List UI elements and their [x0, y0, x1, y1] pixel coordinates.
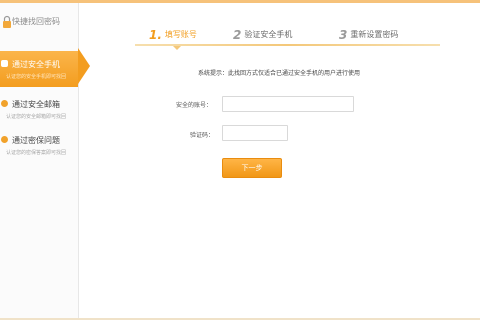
sidebar-item-title: 通过密保问题: [12, 136, 60, 145]
sidebar-item-subtitle: 认证您的安全手机即可找回: [6, 74, 67, 80]
sidebar-item-title: 通过安全手机: [12, 60, 60, 69]
phone-icon: [1, 60, 8, 67]
step-label: 重新设置密码: [350, 30, 399, 39]
step-1: 1. 填写账号: [149, 24, 197, 44]
system-notice: 系统提示：此找回方式仅适合已通过安全手机的用户进行使用: [198, 70, 361, 77]
brand: 快捷找回密码: [0, 13, 78, 33]
sidebar-item-security-question[interactable]: 通过密保问题 认证您的密保答案即可找回: [0, 131, 78, 163]
step-number: 3: [339, 28, 348, 42]
sidebar-item-security-email[interactable]: 通过安全邮箱 认证您的安全邮箱即可找回: [0, 95, 78, 127]
brand-title: 快捷找回密码: [12, 17, 60, 26]
phone-label: 安全的账号：: [176, 102, 213, 109]
phone-input[interactable]: [222, 96, 354, 112]
step-3: 3 重新设置密码: [339, 24, 398, 44]
active-item-arrow: [78, 48, 90, 84]
sidebar-item-title: 通过安全邮箱: [12, 100, 60, 109]
step-number: 2: [233, 28, 242, 42]
sidebar-item-security-phone[interactable]: 通过安全手机 认证您的安全手机即可找回: [0, 51, 78, 87]
step-label: 填写账号: [164, 30, 197, 39]
code-input[interactable]: [222, 125, 288, 141]
lock-icon: [3, 15, 11, 28]
sidebar-item-subtitle: 认证您的密保答案即可找回: [6, 150, 67, 156]
step-pointer-icon: [173, 46, 181, 50]
step-number: 1.: [149, 28, 162, 42]
step-label: 验证安全手机: [244, 30, 293, 39]
email-icon: [1, 100, 8, 107]
step-progress: 1. 填写账号 2 验证安全手机 3 重新设置密码: [135, 22, 440, 50]
step-2: 2 验证安全手机: [233, 24, 292, 44]
sidebar: 快捷找回密码 通过安全手机 认证您的安全手机即可找回 通过安全邮箱 认证您的安全…: [0, 3, 79, 318]
code-label: 验证码：: [190, 132, 215, 139]
question-icon: [1, 136, 8, 143]
next-button[interactable]: 下一步: [222, 158, 282, 178]
sidebar-item-subtitle: 认证您的安全邮箱即可找回: [6, 114, 67, 120]
